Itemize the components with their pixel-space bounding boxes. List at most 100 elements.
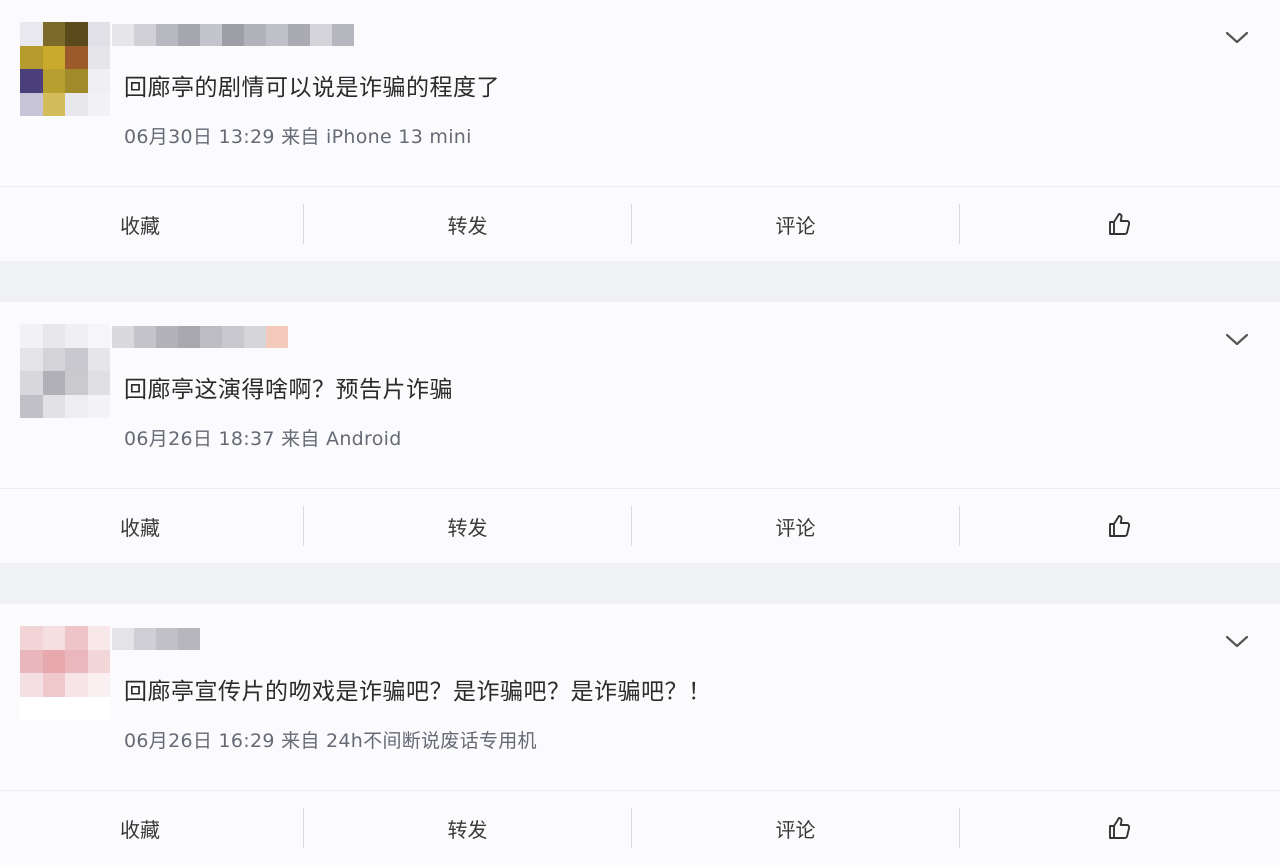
username-pixel bbox=[200, 24, 222, 46]
comment-meta: 06月26日 16:29 来自 24h不间断说废话专用机 bbox=[124, 726, 537, 753]
avatar-pixel bbox=[20, 22, 43, 46]
username-pixel bbox=[134, 326, 156, 348]
avatar-pixel bbox=[87, 626, 110, 650]
like-button[interactable] bbox=[960, 489, 1280, 563]
action-bar: 收藏 转发 评论 bbox=[0, 186, 1280, 261]
avatar-pixel bbox=[65, 22, 88, 46]
avatar-pixel bbox=[42, 22, 65, 46]
avatar-pixel bbox=[20, 45, 43, 69]
avatar[interactable] bbox=[20, 324, 110, 418]
comment-date: 06月30日 13:29 bbox=[124, 126, 275, 148]
avatar-pixel bbox=[65, 649, 88, 673]
favorite-button[interactable]: 收藏 bbox=[0, 187, 303, 261]
avatar-pixel bbox=[42, 626, 65, 650]
avatar-pixel bbox=[87, 22, 110, 46]
favorite-button[interactable]: 收藏 bbox=[0, 489, 303, 563]
comment-meta: 06月30日 13:29 来自 iPhone 13 mini bbox=[124, 122, 472, 149]
chevron-down-icon[interactable] bbox=[1222, 328, 1252, 352]
comment-text: 回廊亭的剧情可以说是诈骗的程度了 bbox=[124, 75, 500, 101]
username-blurred[interactable] bbox=[112, 628, 200, 650]
username-pixel bbox=[112, 24, 134, 46]
comment-card: 回廊亭的剧情可以说是诈骗的程度了 06月30日 13:29 来自 iPhone … bbox=[0, 0, 1280, 261]
username-pixel bbox=[156, 326, 178, 348]
username-pixel bbox=[156, 24, 178, 46]
repost-button[interactable]: 转发 bbox=[304, 187, 631, 261]
avatar-pixel bbox=[65, 696, 88, 720]
comment-label: 评论 bbox=[775, 515, 816, 540]
comment-button[interactable]: 评论 bbox=[632, 187, 959, 261]
like-button[interactable] bbox=[960, 791, 1280, 865]
avatar-pixel bbox=[65, 324, 88, 348]
favorite-label: 收藏 bbox=[120, 817, 160, 842]
avatar-pixel bbox=[87, 92, 110, 116]
avatar-pixel bbox=[20, 324, 43, 348]
repost-button[interactable]: 转发 bbox=[304, 791, 631, 865]
avatar-pixel bbox=[42, 673, 65, 697]
avatar-pixel bbox=[20, 649, 43, 673]
username-pixel bbox=[288, 24, 310, 46]
avatar-pixel bbox=[42, 649, 65, 673]
avatar-pixel bbox=[87, 696, 110, 720]
comment-source: 来自 iPhone 13 mini bbox=[281, 126, 472, 148]
username-blurred[interactable] bbox=[112, 24, 354, 46]
avatar-pixel bbox=[42, 45, 65, 69]
username-pixel bbox=[310, 24, 332, 46]
username-pixel bbox=[178, 628, 200, 650]
avatar[interactable] bbox=[20, 626, 110, 720]
avatar-pixel bbox=[20, 673, 43, 697]
thumbs-up-icon bbox=[1109, 515, 1131, 537]
username-pixel bbox=[332, 24, 354, 46]
username-pixel bbox=[112, 628, 134, 650]
avatar-pixel bbox=[65, 45, 88, 69]
avatar-pixel bbox=[65, 92, 88, 116]
comment-label: 评论 bbox=[775, 817, 816, 842]
username-pixel bbox=[178, 24, 200, 46]
comment-button[interactable]: 评论 bbox=[632, 791, 959, 865]
avatar-pixel bbox=[42, 324, 65, 348]
comment-card: 回廊亭宣传片的吻戏是诈骗吧？是诈骗吧？是诈骗吧？！ 06月26日 16:29 来… bbox=[0, 604, 1280, 865]
chevron-down-icon[interactable] bbox=[1222, 630, 1252, 654]
avatar-pixel bbox=[20, 394, 43, 418]
thumbs-up-icon bbox=[1109, 817, 1131, 839]
avatar-pixel bbox=[87, 394, 110, 418]
comment-date: 06月26日 16:29 bbox=[124, 730, 275, 752]
avatar-pixel bbox=[87, 45, 110, 69]
comment-body: 回廊亭的剧情可以说是诈骗的程度了 06月30日 13:29 来自 iPhone … bbox=[0, 0, 1280, 186]
repost-button[interactable]: 转发 bbox=[304, 489, 631, 563]
comment-button[interactable]: 评论 bbox=[632, 489, 959, 563]
comment-card: 回廊亭这演得啥啊？预告片诈骗 06月26日 18:37 来自 Android 收… bbox=[0, 302, 1280, 563]
avatar-pixel bbox=[42, 92, 65, 116]
avatar-pixel bbox=[65, 347, 88, 371]
like-button[interactable] bbox=[960, 187, 1280, 261]
comment-body: 回廊亭这演得啥啊？预告片诈骗 06月26日 18:37 来自 Android bbox=[0, 302, 1280, 488]
username-pixel bbox=[134, 24, 156, 46]
comment-meta: 06月26日 18:37 来自 Android bbox=[124, 424, 402, 451]
favorite-label: 收藏 bbox=[120, 515, 160, 540]
favorite-button[interactable]: 收藏 bbox=[0, 791, 303, 865]
username-pixel bbox=[156, 628, 178, 650]
username-pixel bbox=[222, 24, 244, 46]
username-pixel bbox=[244, 326, 266, 348]
username-pixel bbox=[266, 326, 288, 348]
avatar-pixel bbox=[65, 673, 88, 697]
username-pixel bbox=[178, 326, 200, 348]
avatar[interactable] bbox=[20, 22, 110, 116]
avatar-pixel bbox=[65, 371, 88, 395]
username-pixel bbox=[112, 326, 134, 348]
avatar-pixel bbox=[87, 69, 110, 93]
avatar-pixel bbox=[87, 673, 110, 697]
favorite-label: 收藏 bbox=[120, 213, 160, 238]
username-blurred[interactable] bbox=[112, 326, 288, 348]
repost-label: 转发 bbox=[447, 515, 488, 540]
username-pixel bbox=[200, 326, 222, 348]
chevron-down-icon[interactable] bbox=[1222, 26, 1252, 50]
comment-text: 回廊亭这演得啥啊？预告片诈骗 bbox=[124, 377, 453, 403]
comment-label: 评论 bbox=[775, 213, 816, 238]
avatar-pixel bbox=[87, 324, 110, 348]
avatar-pixel bbox=[20, 92, 43, 116]
avatar-pixel bbox=[42, 696, 65, 720]
avatar-pixel bbox=[65, 69, 88, 93]
avatar-pixel bbox=[20, 347, 43, 371]
avatar-pixel bbox=[20, 69, 43, 93]
action-bar: 收藏 转发 评论 bbox=[0, 790, 1280, 865]
